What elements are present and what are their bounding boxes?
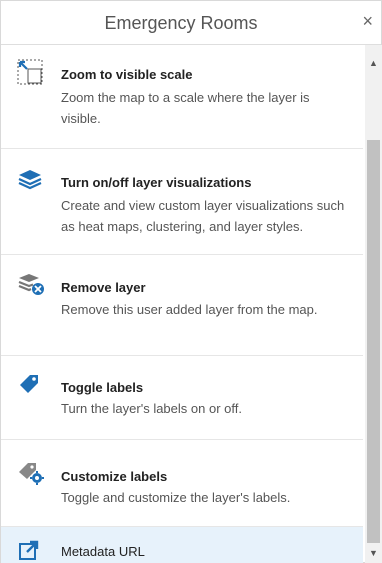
action-label: Turn on/off layer visualizations — [61, 175, 252, 190]
panel-title: Emergency Rooms — [104, 13, 258, 33]
action-customize-labels[interactable]: Customize labels Toggle and customize th… — [1, 440, 363, 527]
action-label: Remove layer — [61, 280, 146, 295]
action-description: Turn the layer's labels on or off. — [61, 401, 242, 416]
layer-actions-panel: Emergency Rooms × Zoom to visible scale … — [0, 0, 382, 563]
scrollbar-thumb[interactable] — [367, 140, 380, 543]
remove-layer-icon — [17, 271, 45, 295]
action-description: Zoom the map to a scale where the layer … — [61, 90, 310, 126]
action-label: Metadata URL — [61, 544, 145, 559]
tag-gear-icon — [17, 460, 45, 485]
action-zoom-to-visible-scale[interactable]: Zoom to visible scale Zoom the map to a … — [1, 45, 363, 149]
external-link-icon — [17, 538, 45, 562]
action-label: Toggle labels — [61, 380, 144, 395]
action-toggle-visualizations[interactable]: Turn on/off layer visualizations Create … — [1, 149, 363, 255]
zoom-to-scale-icon — [17, 59, 45, 85]
close-icon[interactable]: × — [362, 11, 373, 32]
action-metadata-url[interactable]: Metadata URL — [1, 527, 363, 563]
tag-icon — [17, 372, 45, 396]
action-list: Zoom to visible scale Zoom the map to a … — [1, 45, 363, 563]
panel-header: Emergency Rooms × — [1, 1, 381, 45]
action-description: Create and view custom layer visualizati… — [61, 198, 345, 234]
scroll-down-arrow-icon[interactable]: ▼ — [365, 545, 382, 561]
layers-icon — [17, 167, 45, 191]
action-label: Zoom to visible scale — [61, 67, 193, 82]
action-remove-layer[interactable]: Remove layer Remove this user added laye… — [1, 255, 363, 356]
action-description: Remove this user added layer from the ma… — [61, 302, 318, 317]
action-description: Toggle and customize the layer's labels. — [61, 490, 291, 505]
vertical-scrollbar[interactable]: ▲ ▼ — [365, 45, 382, 563]
action-toggle-labels[interactable]: Toggle labels Turn the layer's labels on… — [1, 356, 363, 440]
action-label: Customize labels — [61, 469, 168, 484]
scroll-up-arrow-icon[interactable]: ▲ — [365, 55, 382, 71]
